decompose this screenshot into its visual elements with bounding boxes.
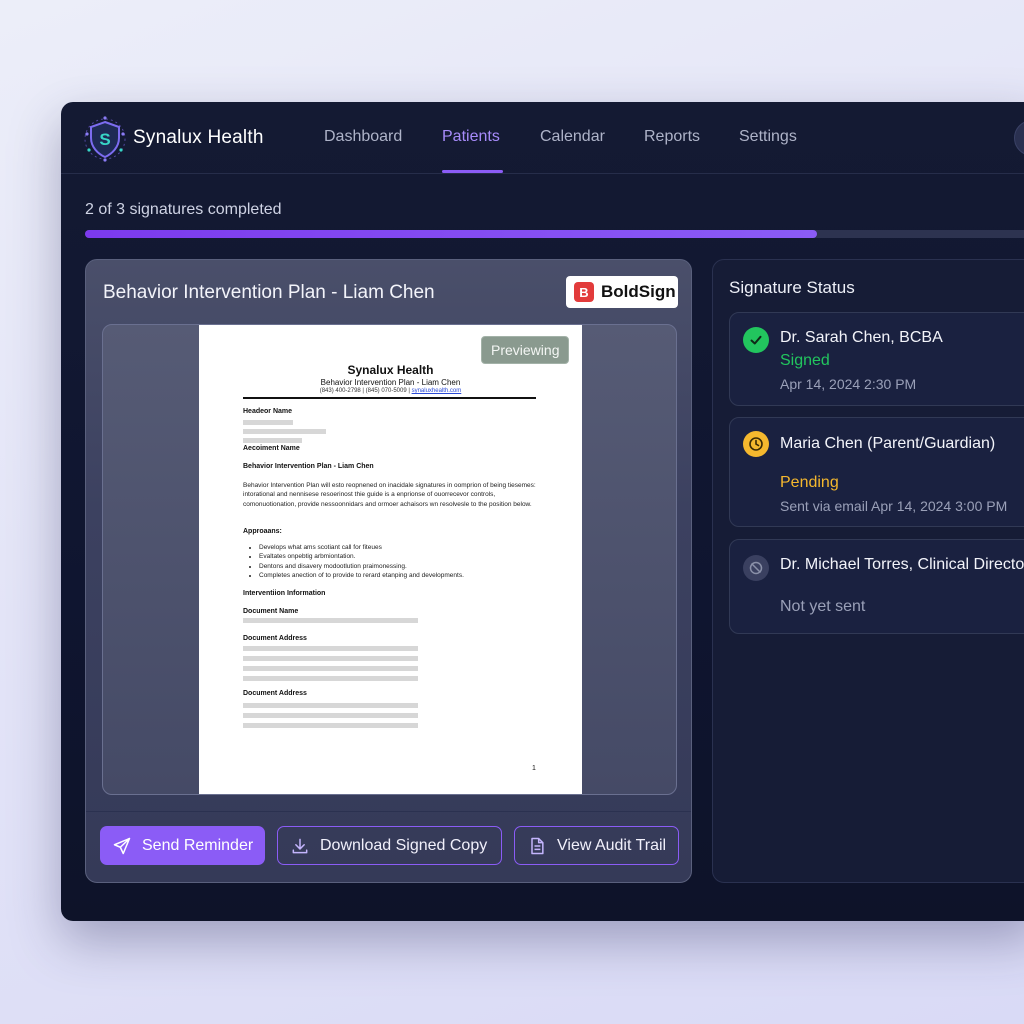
list-item: Evaltates onpebtig arbmiontation. <box>259 552 464 561</box>
send-icon <box>113 837 131 854</box>
paper-label: Approaans: <box>243 528 282 535</box>
paper-rule <box>243 397 536 399</box>
view-audit-trail-button[interactable]: View Audit Trail <box>514 826 679 865</box>
check-icon <box>743 327 769 353</box>
document-card: Behavior Intervention Plan - Liam Chen B… <box>85 259 692 883</box>
clock-icon <box>743 431 769 457</box>
progress-label: 2 of 3 signatures completed <box>85 201 282 218</box>
nav-reports[interactable]: Reports <box>644 128 700 146</box>
download-signed-copy-button[interactable]: Download Signed Copy <box>277 826 502 865</box>
signer-card[interactable]: Dr. Michael Torres, Clinical Director No… <box>729 539 1024 634</box>
document-icon <box>531 837 544 854</box>
boldsign-label: BoldSign <box>601 282 676 301</box>
redacted-line <box>243 676 418 681</box>
boldsign-badge[interactable]: B BoldSign <box>566 276 678 308</box>
download-icon <box>292 838 308 853</box>
redacted-line <box>243 429 326 434</box>
nav-dashboard[interactable]: Dashboard <box>324 128 402 146</box>
redacted-line <box>243 656 418 661</box>
redacted-line <box>243 646 418 651</box>
paper-label: Headeor Name <box>243 408 293 415</box>
redacted-line <box>243 723 418 728</box>
signer-card[interactable]: Maria Chen (Parent/Guardian) Pending Sen… <box>729 417 1024 527</box>
paper-email-link[interactable]: synaluxhealth.com <box>412 388 462 394</box>
document-viewer[interactable]: Synalux Health Behavior Intervention Pla… <box>102 324 677 795</box>
paper-subtitle: Behavior Intervention Plan - Liam Chen <box>320 378 461 387</box>
signer-meta: Sent via email Apr 14, 2024 3:00 PM <box>780 498 1008 514</box>
progress-bar <box>85 230 1024 238</box>
document-page: Synalux Health Behavior Intervention Pla… <box>199 325 582 794</box>
send-reminder-button[interactable]: Send Reminder <box>100 826 265 865</box>
active-tab-indicator <box>442 170 503 173</box>
signer-status: Signed <box>780 352 830 369</box>
redacted-line <box>243 618 418 623</box>
shield-logo-icon: S <box>84 116 126 162</box>
user-avatar[interactable] <box>1014 120 1024 156</box>
unsent-icon <box>743 555 769 581</box>
signature-status-title: Signature Status <box>729 278 855 297</box>
list-item: Dentons and disavery modootlution praimo… <box>259 562 464 571</box>
paper-section-title: Behavior Intervention Plan - Liam Chen <box>243 463 374 470</box>
nav-settings[interactable]: Settings <box>739 128 797 146</box>
list-item: Completes anection of to provide to rera… <box>259 571 464 580</box>
nav-patients[interactable]: Patients <box>442 128 500 146</box>
signer-name: Dr. Sarah Chen, BCBA <box>780 329 943 346</box>
paper-label: Aecoiment Name <box>243 445 300 452</box>
signer-status: Pending <box>780 474 839 491</box>
top-navigation-bar: S Synalux Health Dashboard Patients Cale… <box>61 102 1024 174</box>
redacted-line <box>243 438 302 443</box>
previewing-badge: Previewing <box>481 336 570 364</box>
signature-status-panel: Signature Status Dr. Sarah Chen, BCBA Si… <box>712 259 1024 883</box>
paper-label: Interventiion Information <box>243 590 326 597</box>
signer-name: Maria Chen (Parent/Guardian) <box>780 435 996 452</box>
boldsign-logo-icon: B <box>574 282 594 302</box>
paper-body: Behavior Intervention Plan will esto reo… <box>243 482 536 508</box>
paper-label: Document Address <box>243 635 307 642</box>
redacted-line <box>243 666 418 671</box>
list-item: Develops what ams scotiant call for fite… <box>259 543 464 552</box>
send-reminder-label: Send Reminder <box>142 836 254 854</box>
signer-meta: Apr 14, 2024 2:30 PM <box>780 376 917 392</box>
redacted-line <box>243 703 418 708</box>
app-window: S Synalux Health Dashboard Patients Cale… <box>61 102 1024 921</box>
download-label: Download Signed Copy <box>320 836 488 854</box>
document-title: Behavior Intervention Plan - Liam Chen <box>103 282 435 303</box>
paper-label: Document Address <box>243 690 307 697</box>
nav-calendar[interactable]: Calendar <box>540 128 605 146</box>
paper-org: Synalux Health <box>347 363 434 377</box>
paper-contact: (843) 400-2798 | (845) 070-5009 | synalu… <box>319 388 462 394</box>
svg-text:S: S <box>99 130 110 149</box>
page-number: 1 <box>532 765 536 772</box>
signer-card[interactable]: Dr. Sarah Chen, BCBA Signed Apr 14, 2024… <box>729 312 1024 406</box>
progress-fill <box>85 230 817 238</box>
redacted-line <box>243 713 418 718</box>
paper-approaches-list: Develops what ams scotiant call for fite… <box>259 543 464 580</box>
signer-name: Dr. Michael Torres, Clinical Director <box>780 556 1024 573</box>
brand-name: Synalux Health <box>133 127 264 148</box>
redacted-line <box>243 420 293 425</box>
paper-label: Document Name <box>243 608 299 615</box>
audit-label: View Audit Trail <box>557 836 667 854</box>
divider <box>86 811 691 812</box>
signer-status: Not yet sent <box>780 598 866 615</box>
